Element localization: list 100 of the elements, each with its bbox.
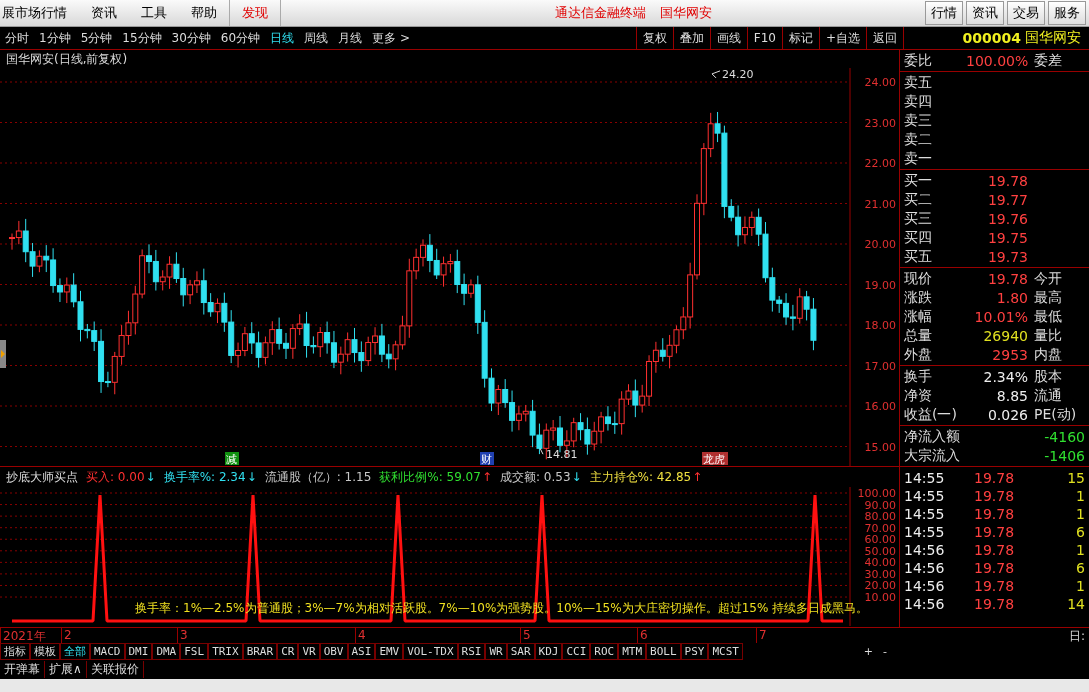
tick-time: 14:56 [904, 578, 946, 594]
top-button[interactable]: 行情 [925, 1, 963, 25]
indicator-tab[interactable]: MACD [90, 643, 125, 660]
indicator-value: 获利比例%: 59.07↑ [379, 468, 492, 486]
period-tab[interactable]: 5分钟 [75, 29, 118, 47]
menu-item[interactable]: 展市场行情 [0, 0, 79, 26]
period-tab[interactable]: 更多 > [367, 29, 415, 47]
field-value: 8.85 [995, 387, 1028, 404]
buy-level-label: 买二 [904, 190, 933, 209]
field-value: -4160 [1044, 428, 1085, 445]
menu-item[interactable]: 工具 [129, 0, 179, 26]
indicator-tab[interactable]: KDJ [534, 643, 563, 660]
top-button[interactable]: 资讯 [966, 1, 1004, 25]
tick-volume: 6 [1076, 524, 1085, 540]
tick-time: 14:56 [904, 596, 946, 612]
period-tab[interactable]: 1分钟 [34, 29, 76, 47]
field-label: 内盘 [1034, 345, 1062, 364]
tick-price: 19.78 [974, 578, 1016, 594]
tick-volume: 6 [1076, 560, 1085, 576]
period-tab[interactable]: 周线 [299, 29, 334, 47]
field-label: 总量 [904, 326, 933, 345]
zoom-button[interactable]: + [861, 645, 875, 658]
tick-price: 19.78 [974, 470, 1016, 486]
timeline-label: 日: [1067, 628, 1086, 643]
indicator-tab[interactable]: VOL-TDX [403, 643, 458, 660]
timeline-label: 3 [177, 628, 355, 643]
bottom-tab[interactable]: 关联报价 [86, 661, 144, 678]
indicator-tab[interactable]: MTM [618, 643, 647, 660]
field-value: 2.34% [982, 368, 1028, 385]
field-label: 净资 [904, 386, 933, 405]
indicator-tab[interactable]: OBV [319, 643, 348, 660]
indicator-tab[interactable]: 全部 [60, 643, 90, 660]
period-tab[interactable]: 30分钟 [166, 29, 216, 47]
indicator-tab[interactable]: WR [485, 643, 507, 660]
menu-item[interactable]: 帮助 [179, 0, 229, 26]
indicator-tab[interactable]: RSI [457, 643, 486, 660]
tick-time: 14:55 [904, 470, 946, 486]
period-tab[interactable]: 月线 [333, 29, 368, 47]
bottom-tab[interactable]: 扩展∧ [45, 661, 87, 678]
chart-tool-button[interactable]: 返回 [866, 27, 903, 49]
indicator-tab[interactable]: MCST [708, 643, 743, 660]
indicator-tab[interactable]: ROC [590, 643, 619, 660]
timeline-label: 5 [520, 628, 637, 643]
chart-tool-button[interactable]: 叠加 [672, 27, 710, 49]
chart-tool-button[interactable]: +自选 [818, 27, 866, 49]
tick-volume: 14 [1067, 596, 1085, 612]
indicator-axis-label: 80.00 [864, 510, 896, 524]
indicator-tab[interactable]: CCI [562, 643, 591, 660]
chart-tool-button[interactable]: 画线 [709, 27, 747, 49]
event-marker[interactable]: 减 [225, 452, 239, 466]
zoom-button[interactable]: - [881, 645, 889, 658]
price-axis-label: 17.00 [864, 359, 896, 373]
chart-tool-button[interactable]: 标记 [781, 27, 819, 49]
sell-level-label: 卖三 [904, 111, 933, 130]
indicator-tab[interactable]: BOLL [646, 643, 681, 660]
indicator-tab[interactable]: CR [277, 643, 299, 660]
top-button[interactable]: 服务 [1048, 1, 1086, 25]
indicator-tab[interactable]: DMA [152, 643, 181, 660]
event-marker[interactable]: 财 [480, 452, 494, 466]
indicator-tab[interactable]: TRIX [208, 643, 243, 660]
top-button[interactable]: 交易 [1007, 1, 1045, 25]
period-tab[interactable]: 60分钟 [215, 29, 266, 47]
menu-item[interactable]: 资讯 [79, 0, 129, 26]
field-label: 外盘 [904, 345, 933, 364]
indicator-tab[interactable]: FSL [180, 643, 209, 660]
chart-tool-button[interactable]: F10 [746, 27, 782, 49]
timeline-label: 4 [355, 628, 520, 643]
indicator-tab[interactable]: 模板 [30, 643, 60, 660]
buy-price: 19.77 [986, 191, 1028, 208]
panel-handle-icon[interactable] [0, 340, 6, 368]
indicator-value: 成交额: 0.53↓ [499, 468, 582, 486]
sell-level-label: 卖一 [904, 149, 933, 168]
menu-item[interactable]: 发现 [229, 0, 281, 26]
timeline-label: 2 [61, 628, 177, 643]
indicator-tab[interactable]: DMI [124, 643, 153, 660]
event-marker[interactable]: 龙虎 [702, 452, 728, 466]
indicator-tab[interactable]: PSY [680, 643, 709, 660]
period-tab[interactable]: 日线 [265, 29, 300, 47]
indicator-tab[interactable]: VR [298, 643, 320, 660]
indicator-tab[interactable]: ASI [347, 643, 376, 660]
chart-tool-button[interactable]: 复权 [635, 27, 673, 49]
indicator-tab[interactable]: EMV [375, 643, 404, 660]
period-tab[interactable]: 分时 [0, 29, 34, 47]
indicator-name: 抄底大师买点 [6, 468, 78, 486]
indicator-value: 买入: 0.00↓ [86, 468, 156, 486]
bottom-tab[interactable]: 开弹幕 [0, 661, 45, 678]
field-label: 净流入额 [904, 427, 960, 446]
field-label: 股本 [1034, 367, 1062, 386]
period-tab[interactable]: 15分钟 [117, 29, 167, 47]
field-label: 最低 [1034, 307, 1062, 326]
sell-level-label: 卖五 [904, 73, 933, 92]
buy-price: 19.75 [986, 229, 1028, 246]
price-axis-label: 15.00 [864, 440, 896, 454]
field-label: 委比 [904, 51, 933, 70]
indicator-tab[interactable]: 指标 [0, 643, 30, 660]
app-title: 通达信金融终端 [554, 4, 646, 22]
indicator-tab[interactable]: SAR [506, 643, 535, 660]
indicator-tab[interactable]: BRAR [242, 643, 278, 660]
tick-price: 19.78 [974, 542, 1016, 558]
tick-time: 14:56 [904, 560, 946, 576]
